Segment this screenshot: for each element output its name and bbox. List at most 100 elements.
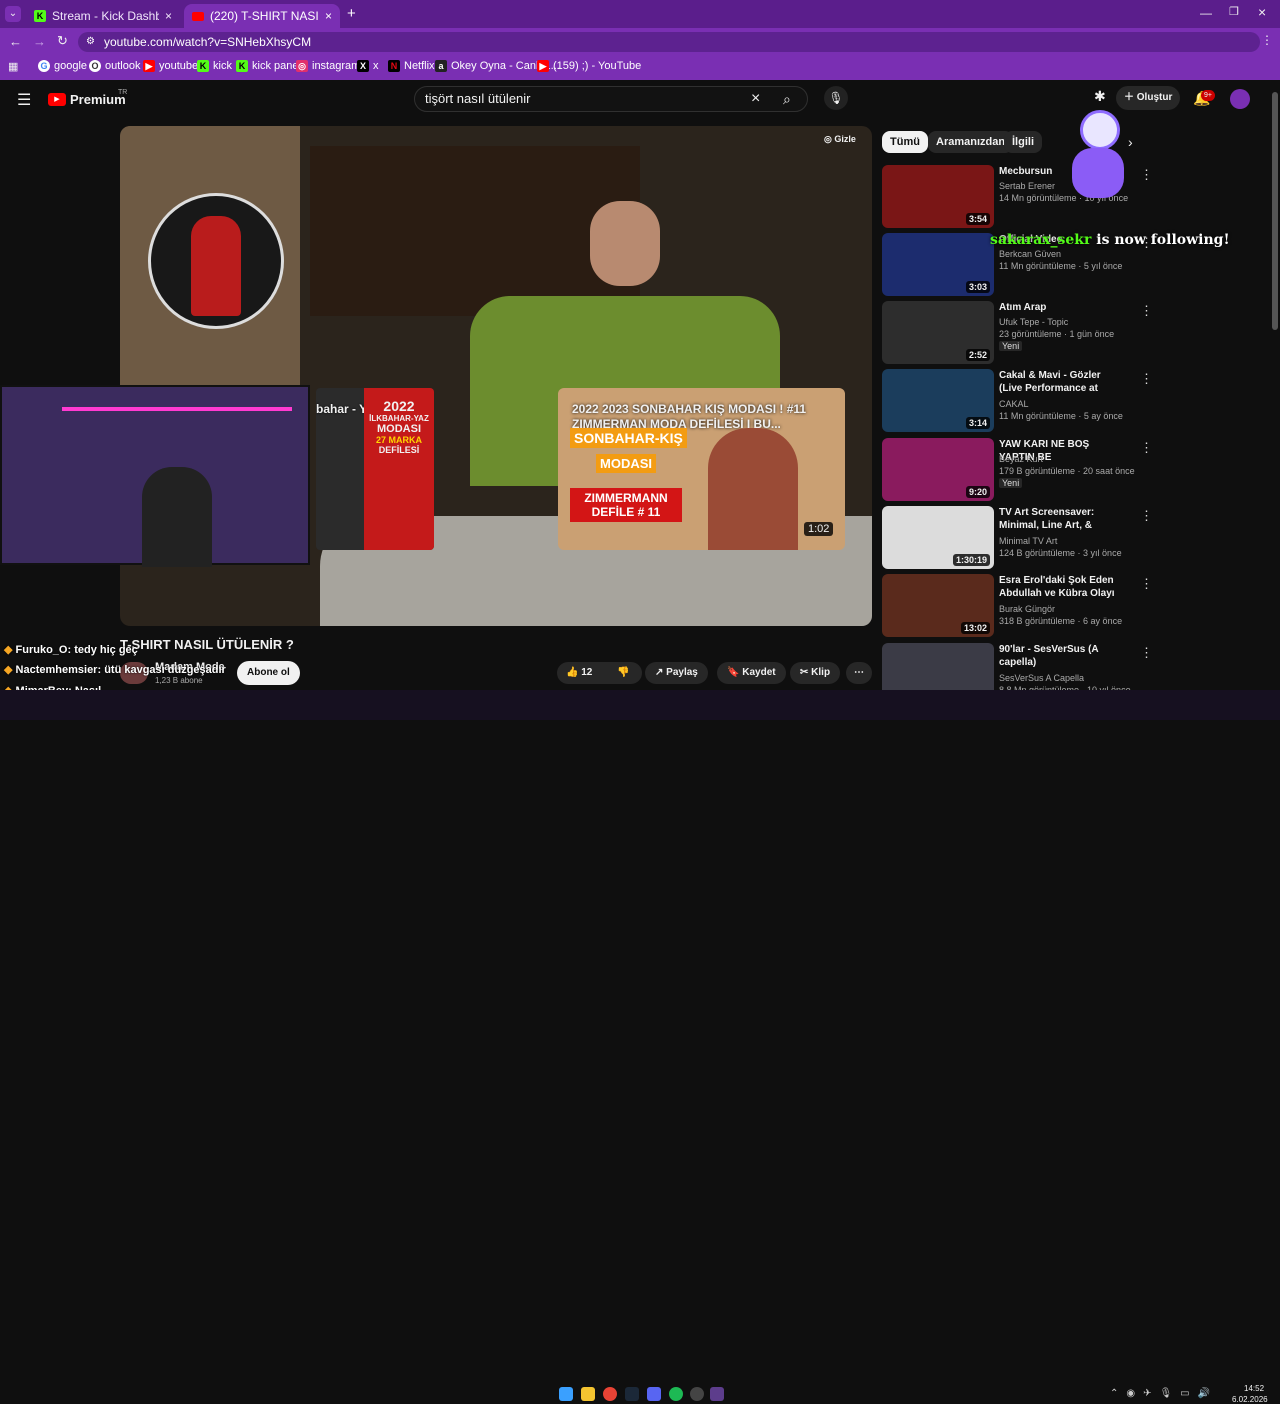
discord-icon[interactable]	[647, 1387, 661, 1401]
recommendation-channel[interactable]: Ufuk Tepe - Topic	[999, 317, 1068, 327]
forward-icon[interactable]: →	[33, 34, 46, 49]
kick-icon: K	[197, 60, 209, 72]
recommendation-title[interactable]: Esra Erol'daki Şok Eden Abdullah ve Kübr…	[999, 574, 1123, 600]
recommendation-channel[interactable]: Burak Güngör	[999, 604, 1055, 614]
duration-badge: 3:14	[965, 417, 990, 429]
windows-start-icon[interactable]	[559, 1387, 573, 1401]
recommendation-thumbnail[interactable]: 13:02	[882, 574, 994, 637]
hamburger-menu-icon[interactable]: ☰	[17, 90, 31, 110]
more-options-icon[interactable]: ⋮	[1140, 167, 1153, 183]
recommendation-thumbnail[interactable]: 3:14	[882, 369, 994, 432]
bookmark-kick-panel[interactable]: Kkick panel	[236, 60, 301, 72]
search-icon[interactable]: ⌕	[783, 87, 791, 111]
duration-badge: 3:54	[965, 213, 990, 225]
reload-icon[interactable]: ↻	[57, 33, 68, 49]
recommendation-item[interactable]: 13:02 Esra Erol'daki Şok Eden Abdullah ve…	[882, 574, 1162, 640]
bookmark-x[interactable]: Xx	[357, 60, 379, 72]
obs-icon[interactable]	[690, 1387, 704, 1401]
tab-close-icon[interactable]: ×	[325, 9, 332, 23]
recommendation-channel[interactable]: Berkcan Güven	[999, 249, 1061, 259]
chip-related[interactable]: İlgili	[1004, 131, 1042, 153]
okey-icon: a	[435, 60, 447, 72]
recommendation-title[interactable]: Atım Arap	[999, 301, 1123, 314]
address-bar[interactable]: ⚙ youtube.com/watch?v=SNHebXhsyCM	[78, 32, 1260, 52]
recommendation-channel[interactable]: Minimal TV Art	[999, 536, 1057, 546]
more-options-icon[interactable]: ⋮	[1140, 576, 1153, 592]
create-button[interactable]: ＋ Oluştur	[1116, 86, 1180, 110]
chip-from-search[interactable]: Aramanızdan	[928, 131, 1014, 153]
search-value: tişört nasıl ütülenir	[425, 91, 531, 106]
youtube-logo[interactable]: ▶ Premium	[48, 92, 126, 107]
chip-all[interactable]: Tümü	[882, 131, 928, 153]
tab-close-icon[interactable]: ×	[165, 9, 172, 23]
recommendation-title[interactable]: Cakal & Mavi - Gözler (Live Performance …	[999, 369, 1123, 395]
more-options-icon[interactable]: ⋮	[1140, 508, 1153, 524]
more-options-icon[interactable]: ⋮	[1140, 371, 1153, 387]
file-explorer-icon[interactable]	[581, 1387, 595, 1401]
recommendation-title[interactable]: TV Art Screensaver: Minimal, Line Art, &…	[999, 506, 1123, 532]
recommendation-thumbnail[interactable]: 2:52	[882, 301, 994, 364]
bookmark-google[interactable]: Ggoogle	[38, 60, 87, 72]
steam-icon[interactable]	[625, 1387, 639, 1401]
endcard-left-thumbnail[interactable]: bahar - Yaz 2022 İLKBAHAR-YAZ MODASI 27 …	[316, 388, 434, 550]
bookmark-outlook[interactable]: Ooutlook	[89, 60, 140, 72]
recommendation-item[interactable]: 1:30:19 TV Art Screensaver: Minimal, Line…	[882, 506, 1162, 572]
tab-youtube-video[interactable]: (220) T-SHIRT NASIL ÜTÜLENİR ×	[184, 4, 340, 28]
minimize-icon[interactable]: —	[1200, 6, 1212, 20]
like-button[interactable]: 👍 12	[566, 662, 592, 684]
subscribe-button[interactable]: Abone ol	[237, 661, 300, 685]
dislike-icon[interactable]: 👎	[617, 662, 629, 684]
apps-icon[interactable]: ▦	[8, 60, 18, 73]
share-button[interactable]: ↗ Paylaş	[645, 662, 708, 684]
bookmark-youtube[interactable]: ▶ youtube	[143, 60, 198, 72]
bookmark-netflix[interactable]: N Netflix	[388, 60, 435, 72]
recommendation-item[interactable]: 3:14 Cakal & Mavi - Gözler (Live Performa…	[882, 369, 1162, 435]
recommendation-meta: 23 görüntüleme · 1 gün önce	[999, 329, 1115, 339]
recommendation-item[interactable]: 2:52 Atım Arap Ufuk Tepe - Topic 23 görüntü…	[882, 301, 1162, 367]
recommendation-channel[interactable]: Beyaz Kurt	[999, 454, 1043, 464]
bookmark-youtube-159[interactable]: ▶ (159) ;) - YouTube	[537, 60, 641, 72]
site-info-icon[interactable]: ⚙	[86, 32, 95, 52]
recommendation-channel[interactable]: Sertab Erener	[999, 181, 1055, 191]
close-window-icon[interactable]: ×	[1258, 4, 1266, 20]
clip-button[interactable]: ✂ Klip	[790, 662, 841, 684]
webcam-overlay	[0, 385, 310, 567]
page-scrollbar[interactable]	[1272, 92, 1278, 330]
back-icon[interactable]: ←	[9, 34, 22, 49]
recommendation-thumbnail[interactable]: 3:03	[882, 233, 994, 296]
menu-icon[interactable]: ⋮	[1261, 33, 1273, 47]
recommendation-thumbnail[interactable]: 1:30:19	[882, 506, 994, 569]
recommendation-channel[interactable]: SesVerSus A Capella	[999, 673, 1084, 683]
endcard-right-thumbnail[interactable]: 2022 2023 SONBAHAR KIŞ MODASI ! #11 ZIMM…	[558, 388, 845, 550]
tab-search-button[interactable]: ⌄	[5, 6, 21, 22]
outlook-icon: O	[89, 60, 101, 72]
more-actions-button[interactable]: ⋯	[846, 662, 872, 684]
recommendation-item[interactable]: 9:20 YAW KARI NE BOŞ YAPTIN BE Beyaz Kurt 1…	[882, 438, 1162, 504]
more-options-icon[interactable]: ⋮	[1140, 440, 1153, 456]
tab-kick-dashboard[interactable]: K Stream - Kick Dashboard ×	[26, 4, 180, 28]
settings-gear-icon[interactable]: ✱	[1094, 88, 1106, 105]
chrome-icon[interactable]	[603, 1387, 617, 1401]
voice-search-icon[interactable]: 🎙	[824, 86, 848, 110]
bookmark-instagram[interactable]: ◎ instagram	[296, 60, 360, 72]
more-options-icon[interactable]: ⋮	[1140, 645, 1153, 661]
recommendation-thumbnail[interactable]: 3:54	[882, 165, 994, 228]
recommendation-meta: 179 B görüntüleme · 20 saat önce	[999, 466, 1135, 476]
notification-badge: 9+	[1201, 90, 1215, 101]
clear-search-icon[interactable]: ×	[751, 87, 760, 111]
bookmark-kick[interactable]: Kkick	[197, 60, 232, 72]
recommendation-thumbnail[interactable]: 9:20	[882, 438, 994, 501]
hide-button[interactable]: ◎ Gizle	[824, 134, 856, 145]
endcard-right-label-sonbahar: SONBAHAR-KIŞ	[570, 428, 687, 448]
kick-app-icon[interactable]	[710, 1387, 724, 1401]
recommendation-title[interactable]: 90'lar - SesVerSus (A capella)	[999, 643, 1123, 669]
account-avatar[interactable]	[1230, 89, 1250, 109]
search-input[interactable]: tişört nasıl ütülenir × ⌕	[414, 86, 808, 112]
more-options-icon[interactable]: ⋮	[1140, 303, 1153, 319]
new-tab-button[interactable]: +	[347, 5, 356, 22]
spotify-icon[interactable]	[669, 1387, 683, 1401]
save-button[interactable]: 🔖 Kaydet	[717, 662, 786, 684]
recommendation-channel[interactable]: CAKAL	[999, 399, 1029, 409]
tray-icons[interactable]: ⌃◉✈🎙▭🔊	[1110, 1388, 1218, 1399]
maximize-icon[interactable]: ❐	[1229, 5, 1239, 18]
